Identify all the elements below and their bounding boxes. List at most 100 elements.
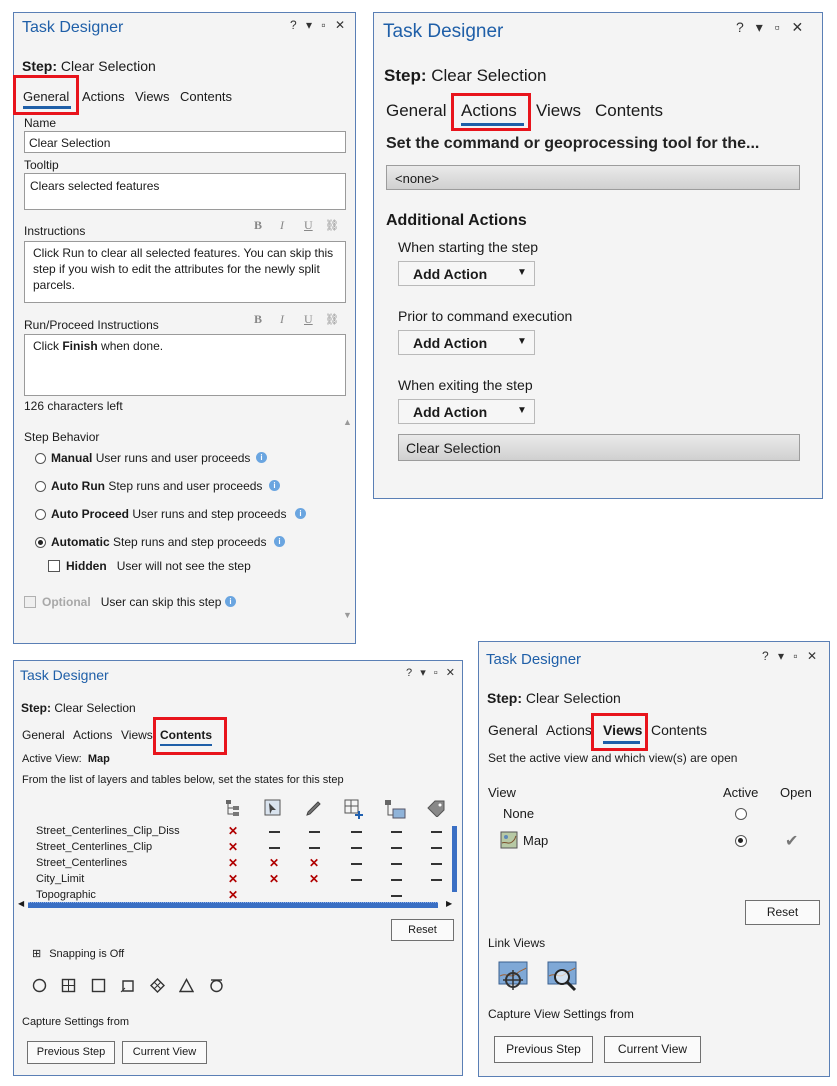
info-icon[interactable]: i <box>225 596 236 607</box>
state-unset-icon[interactable] <box>269 847 280 849</box>
state-unset-icon[interactable] <box>351 863 362 865</box>
state-off-icon[interactable]: ✕ <box>269 872 279 886</box>
tangent-snap-icon[interactable] <box>209 978 224 993</box>
add-action-exit-button[interactable]: Add Action ▼ <box>398 399 535 424</box>
maximize-icon[interactable]: ▫ <box>775 19 780 35</box>
state-off-icon[interactable]: ✕ <box>309 872 319 886</box>
state-unset-icon[interactable] <box>351 847 362 849</box>
info-icon[interactable]: i <box>295 508 306 519</box>
scroll-up-icon[interactable]: ▲ <box>343 417 352 427</box>
chevron-down-icon[interactable]: ▾ <box>306 18 312 32</box>
point-snap-icon[interactable] <box>32 978 47 993</box>
tab-actions[interactable]: Actions <box>73 728 112 742</box>
tab-general[interactable]: General <box>22 728 65 742</box>
table-scrollbar[interactable]: ◀ ▶ <box>18 899 458 909</box>
chevron-down-icon[interactable]: ▾ <box>420 667 426 679</box>
help-icon[interactable]: ? <box>406 667 412 679</box>
state-unset-icon[interactable] <box>391 847 402 849</box>
link-zoom-icon[interactable] <box>546 960 580 994</box>
scroll-thumb[interactable] <box>28 902 438 908</box>
radio-auto-proceed[interactable] <box>35 509 46 520</box>
open-check-icon[interactable]: ✔ <box>785 831 798 851</box>
hyperlink-icon[interactable]: ⛓ <box>325 219 339 232</box>
italic-button[interactable]: I <box>280 218 284 233</box>
edge-snap-icon[interactable] <box>91 978 106 993</box>
scroll-down-icon[interactable]: ▼ <box>343 610 352 620</box>
scroll-right-icon[interactable]: ▶ <box>446 899 452 908</box>
underline-button[interactable]: U <box>304 312 313 327</box>
exit-action-item[interactable]: Clear Selection <box>398 434 800 461</box>
radio-automatic[interactable] <box>35 537 46 548</box>
table-row[interactable]: City_Limit ✕ ✕ ✕ <box>14 872 454 888</box>
hyperlink-icon[interactable]: ⛓ <box>325 313 339 326</box>
tab-contents[interactable]: Contents <box>651 722 707 738</box>
add-action-start-button[interactable]: Add Action ▼ <box>398 261 535 286</box>
link-pan-icon[interactable] <box>497 960 531 994</box>
state-unset-icon[interactable] <box>269 831 280 833</box>
tab-views[interactable]: Views <box>536 101 581 121</box>
tab-views[interactable]: Views <box>121 728 153 742</box>
midpoint-snap-icon[interactable] <box>179 978 194 993</box>
table-row[interactable]: Street_Centerlines_Clip_Diss ✕ <box>14 824 454 840</box>
state-unset-icon[interactable] <box>431 831 442 833</box>
active-radio-none[interactable] <box>735 808 747 820</box>
state-unset-icon[interactable] <box>351 879 362 881</box>
chevron-down-icon[interactable]: ▾ <box>756 19 763 35</box>
bold-button[interactable]: B <box>254 218 262 233</box>
state-unset-icon[interactable] <box>309 831 320 833</box>
tab-actions[interactable]: Actions <box>546 722 592 738</box>
active-radio-map[interactable] <box>735 835 747 847</box>
maximize-icon[interactable]: ▫ <box>321 18 325 32</box>
help-icon[interactable]: ? <box>290 18 297 32</box>
tab-general[interactable]: General <box>488 722 538 738</box>
underline-button[interactable]: U <box>304 218 313 233</box>
state-off-icon[interactable]: ✕ <box>228 856 238 870</box>
state-unset-icon[interactable] <box>431 847 442 849</box>
current-view-button[interactable]: Current View <box>122 1041 207 1064</box>
tooltip-field[interactable]: Clears selected features <box>24 173 346 210</box>
maximize-icon[interactable]: ▫ <box>434 667 438 679</box>
tab-general[interactable]: General <box>386 101 446 121</box>
current-view-button[interactable]: Current View <box>604 1036 701 1063</box>
state-unset-icon[interactable] <box>391 879 402 881</box>
reset-button[interactable]: Reset <box>745 900 820 925</box>
state-unset-icon[interactable] <box>431 879 442 881</box>
info-icon[interactable]: i <box>256 452 267 463</box>
state-unset-icon[interactable] <box>351 831 362 833</box>
tab-contents[interactable]: Contents <box>595 101 663 121</box>
table-row[interactable]: Street_Centerlines_Clip ✕ <box>14 840 454 856</box>
radio-manual[interactable] <box>35 453 46 464</box>
tab-actions[interactable]: Actions <box>82 89 125 104</box>
hidden-checkbox[interactable] <box>48 560 60 572</box>
add-action-prior-button[interactable]: Add Action ▼ <box>398 330 535 355</box>
state-off-icon[interactable]: ✕ <box>228 872 238 886</box>
info-icon[interactable]: i <box>274 536 285 547</box>
vertex-snap-icon[interactable] <box>61 978 76 993</box>
state-off-icon[interactable]: ✕ <box>269 856 279 870</box>
end-snap-icon[interactable] <box>120 978 135 993</box>
optional-checkbox[interactable] <box>24 596 36 608</box>
state-unset-icon[interactable] <box>391 863 402 865</box>
italic-button[interactable]: I <box>280 312 284 327</box>
name-field[interactable]: Clear Selection <box>24 131 346 153</box>
radio-auto-run[interactable] <box>35 481 46 492</box>
state-off-icon[interactable]: ✕ <box>309 856 319 870</box>
close-icon[interactable]: ✕ <box>335 18 345 32</box>
tab-views[interactable]: Views <box>135 89 169 104</box>
instructions-field[interactable]: Click Run to clear all selected features… <box>24 241 346 303</box>
close-icon[interactable]: ✕ <box>791 19 803 35</box>
command-selector[interactable]: <none> <box>386 165 800 190</box>
info-icon[interactable]: i <box>269 480 280 491</box>
state-unset-icon[interactable] <box>391 895 402 897</box>
intersection-snap-icon[interactable] <box>150 978 165 993</box>
state-unset-icon[interactable] <box>431 863 442 865</box>
close-icon[interactable]: ✕ <box>446 667 455 679</box>
scroll-left-icon[interactable]: ◀ <box>18 899 24 908</box>
close-icon[interactable]: ✕ <box>807 649 817 663</box>
state-off-icon[interactable]: ✕ <box>228 840 238 854</box>
previous-step-button[interactable]: Previous Step <box>27 1041 115 1064</box>
bold-button[interactable]: B <box>254 312 262 327</box>
vertical-scroll-thumb[interactable] <box>452 826 457 892</box>
state-off-icon[interactable]: ✕ <box>228 888 238 902</box>
table-row[interactable]: Street_Centerlines ✕ ✕ ✕ <box>14 856 454 872</box>
